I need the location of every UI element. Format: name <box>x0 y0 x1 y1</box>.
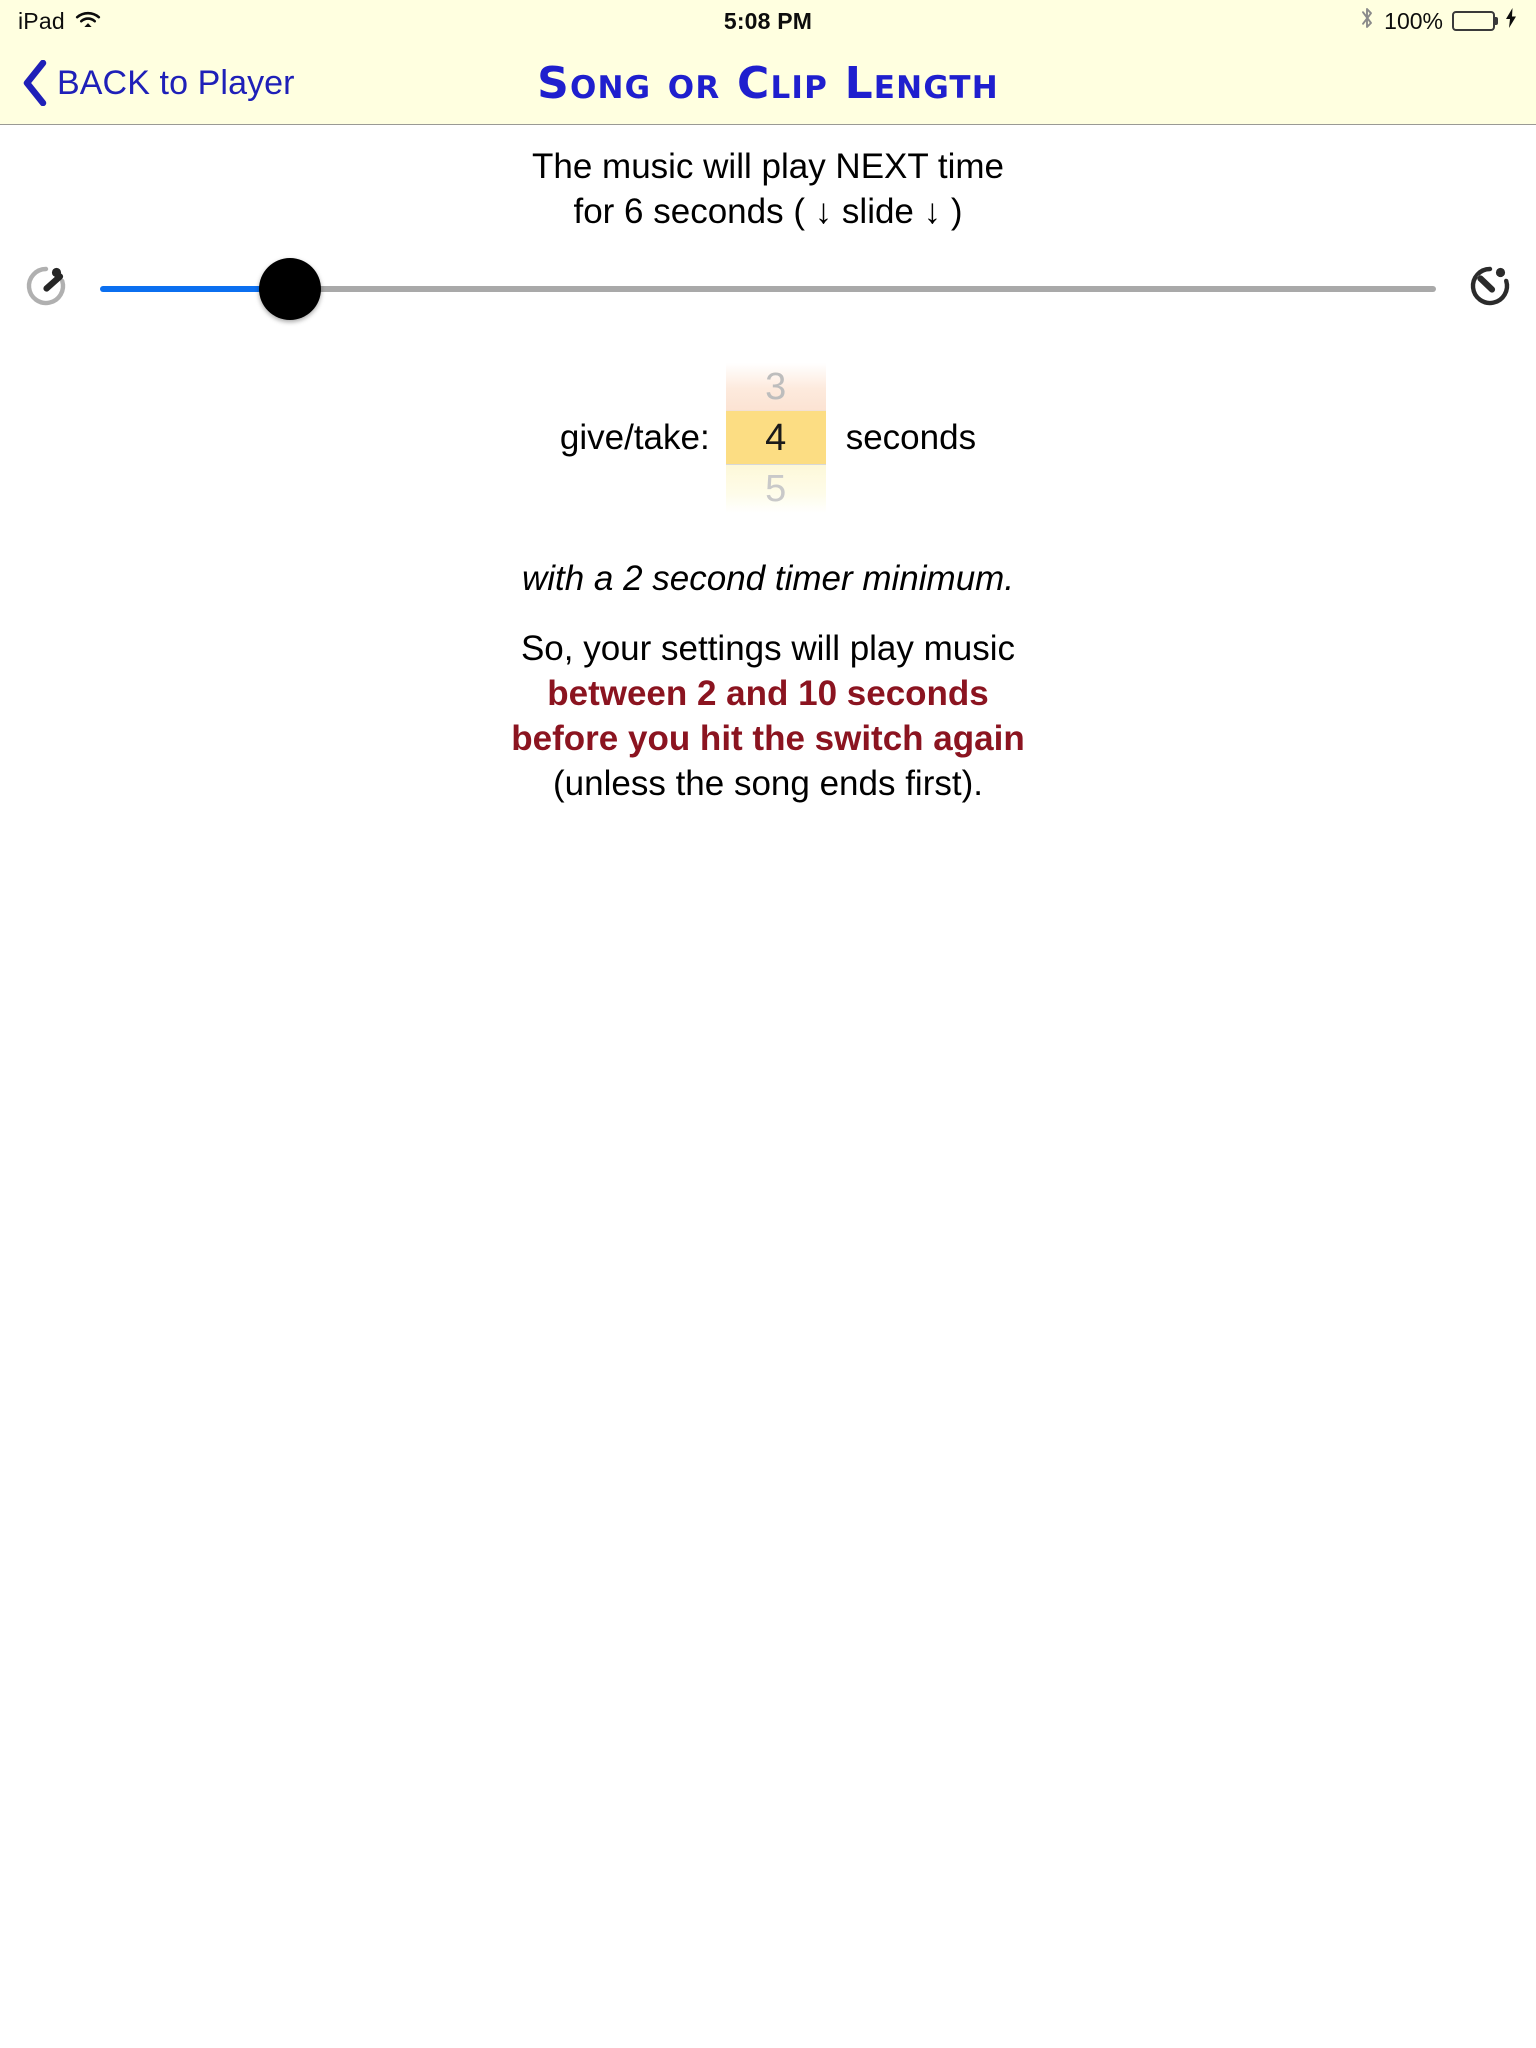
chevron-left-icon <box>22 59 48 107</box>
timer-minimum-note: with a 2 second timer minimum. <box>521 558 1015 598</box>
status-bar-right: 100% <box>1359 5 1518 37</box>
timer-end-icon <box>1462 258 1518 319</box>
picker-option-previous[interactable]: 3 <box>725 362 826 411</box>
status-bar-clock: 5:08 PM <box>723 7 813 34</box>
battery-percent-label: 100% <box>1384 7 1443 34</box>
back-to-player-button[interactable]: BACK to Player <box>22 59 295 107</box>
song-length-slider-row <box>0 257 1536 321</box>
navigation-bar: BACK to Player Song or Clip Length <box>0 42 1536 125</box>
picker-option-next[interactable]: 5 <box>725 464 826 513</box>
outro-so-line: So, your settings will play music <box>520 629 1016 669</box>
bluetooth-icon <box>1359 5 1375 37</box>
outro-emphasis-line-1: between 2 and 10 seconds <box>547 674 989 714</box>
main-content: The music will play NEXT time for 6 seco… <box>0 125 1536 2047</box>
outro-unless-line: (unless the song ends first). <box>553 763 983 803</box>
give-take-picker[interactable]: 3 4 5 <box>725 362 826 513</box>
battery-icon <box>1452 11 1498 31</box>
slider-track[interactable] <box>100 257 1436 321</box>
status-bar: iPad 5:08 PM 100% <box>0 0 1536 42</box>
intro-text-block: The music will play NEXT time for 6 seco… <box>0 125 1536 235</box>
back-to-player-label: BACK to Player <box>57 63 295 102</box>
slider-thumb[interactable] <box>258 257 321 320</box>
give-take-label: give/take: <box>559 417 710 457</box>
intro-line-1: The music will play NEXT time <box>532 147 1004 186</box>
timer-start-icon <box>18 258 74 319</box>
intro-line-2: for 6 seconds ( ↓ slide ↓ ) <box>573 191 963 231</box>
picker-option-selected[interactable]: 4 <box>725 410 826 465</box>
outro-emphasis-line-2: before you hit the switch again <box>511 718 1025 758</box>
slider-track-remaining <box>289 285 1436 292</box>
charging-bolt-icon <box>1504 7 1518 35</box>
outro-text-block: with a 2 second timer minimum. So, your … <box>0 557 1536 807</box>
give-take-row: give/take: 3 4 5 seconds <box>0 362 1536 513</box>
give-take-unit-label: seconds <box>845 417 977 457</box>
